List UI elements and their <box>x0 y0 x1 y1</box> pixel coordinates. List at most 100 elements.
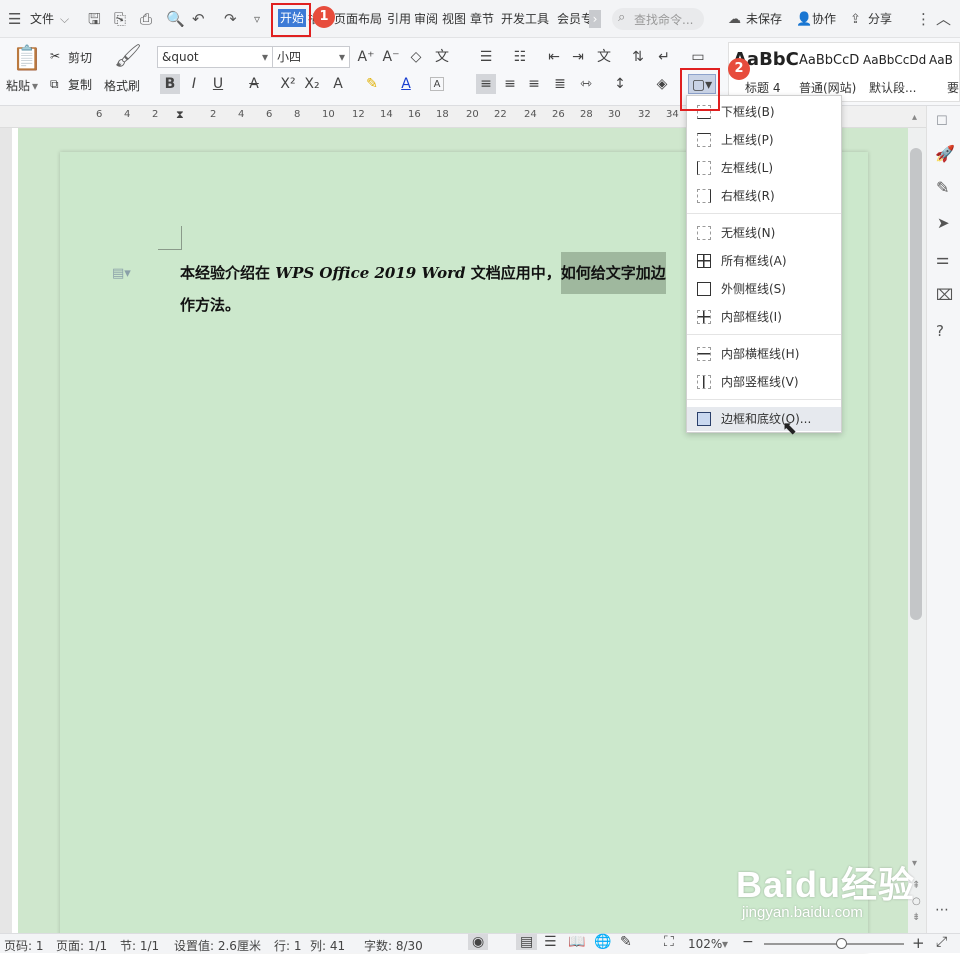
collaborate-button[interactable]: 协作 <box>812 10 836 28</box>
menu-item-border-top[interactable]: 上框线(P) <box>687 128 841 152</box>
more-icon[interactable]: ⋯ <box>935 902 949 918</box>
font-grow-icon[interactable]: A⁺ <box>356 47 376 67</box>
status-wordcount[interactable]: 字数: 8/30 <box>364 937 423 954</box>
fullscreen-icon[interactable]: ⤢ <box>936 934 947 950</box>
print-icon[interactable]: ⎙ <box>140 10 152 28</box>
format-painter-icon[interactable]: 🖌 <box>114 44 142 69</box>
undo-icon[interactable]: ↶ <box>192 10 205 28</box>
search-box[interactable]: ⌕ 查找命令... <box>612 8 704 30</box>
status-column[interactable]: 列: 41 <box>310 937 345 954</box>
clear-format-icon[interactable]: ◇ <box>406 47 426 67</box>
zoom-out-icon[interactable]: − <box>742 934 754 950</box>
menu-item-border-outside[interactable]: 外侧框线(S) <box>687 277 841 301</box>
zoom-in-icon[interactable]: + <box>912 934 925 952</box>
superscript-icon[interactable]: X² <box>278 74 298 94</box>
phonetic-guide-icon[interactable]: 文 <box>432 47 452 67</box>
align-center-icon[interactable]: ≡ <box>500 74 520 94</box>
hamburger-icon[interactable]: ☰ <box>8 10 21 28</box>
justify-icon[interactable]: ≣ <box>550 74 570 94</box>
menu-item-border-inside-vertical[interactable]: 内部竖框线(V) <box>687 370 841 394</box>
zoom-level[interactable]: 102% <box>688 937 722 951</box>
adjust-icon[interactable]: ⚌ <box>936 250 949 268</box>
distribute-icon[interactable]: ⇿ <box>576 74 596 94</box>
pen-icon[interactable]: ✎ <box>936 178 949 197</box>
paste-dropdown-icon[interactable]: ▾ <box>32 78 38 94</box>
export-icon[interactable]: ⎘ <box>114 10 126 28</box>
paste-icon[interactable]: 📋 <box>12 44 42 72</box>
vertical-scrollbar[interactable]: ▴ ▾ ⇞ ○ ⇟ <box>908 112 926 933</box>
unsaved-status[interactable]: 未保存 <box>746 10 782 28</box>
web-view-icon[interactable]: 🌐 <box>594 934 611 950</box>
bold-icon[interactable]: B <box>160 74 180 94</box>
paste-button[interactable]: 粘贴 <box>6 78 30 94</box>
briefcase-icon[interactable]: ⌧ <box>936 286 953 304</box>
status-page-number[interactable]: 页码: 1 <box>4 937 44 954</box>
menu-item-border-inside[interactable]: 内部框线(I) <box>687 305 841 329</box>
status-pages[interactable]: 页面: 1/1 <box>56 937 107 954</box>
tab-member[interactable]: 会员专 <box>557 10 589 28</box>
format-painter-button[interactable]: 格式刷 <box>104 78 140 94</box>
search-input[interactable]: 查找命令... <box>634 11 693 28</box>
print-preview-icon[interactable]: 🔍 <box>166 10 185 28</box>
chinese-layout-icon[interactable]: 文 <box>594 47 614 67</box>
menu-item-border-left[interactable]: 左框线(L) <box>687 156 841 180</box>
cursor-icon[interactable]: ➤ <box>937 214 950 232</box>
numbering-icon[interactable]: ☷ <box>510 47 530 67</box>
menu-item-border-right[interactable]: 右框线(R) <box>687 184 841 208</box>
status-row[interactable]: 行: 1 <box>274 937 302 954</box>
redo-icon[interactable]: ↷ <box>224 10 237 28</box>
scroll-up-icon[interactable]: ▴ <box>912 112 917 123</box>
share-button[interactable]: 分享 <box>868 10 892 28</box>
save-icon[interactable]: 🖫 <box>88 10 101 28</box>
paragraph-handle-icon[interactable]: ▤▾ <box>112 266 131 281</box>
tab-developer[interactable]: 开发工具 <box>501 10 549 28</box>
table-tools-icon[interactable]: ▭ <box>688 47 708 67</box>
cut-button[interactable]: 剪切 <box>68 50 92 66</box>
char-border-icon[interactable]: A <box>430 77 444 91</box>
document-line-1[interactable]: 本经验介绍在 WPS Office 2019 Word 文档应用中，如何给文字加… <box>180 252 666 294</box>
chevron-down-icon[interactable]: ⌵ <box>60 10 69 28</box>
zoom-slider-knob[interactable] <box>836 938 847 949</box>
fit-page-icon[interactable]: ⛶ <box>664 934 674 950</box>
rocket-icon[interactable]: 🚀 <box>935 144 955 163</box>
menu-item-border-all[interactable]: 所有框线(A) <box>687 249 841 273</box>
italic-icon[interactable]: I <box>184 74 204 94</box>
tabs-scroll-right-icon[interactable]: › <box>589 10 601 28</box>
show-marks-icon[interactable]: ↵ <box>654 47 674 67</box>
reading-view-icon[interactable]: 📖 <box>568 934 585 950</box>
align-right-icon[interactable]: ≡ <box>524 74 544 94</box>
increase-indent-icon[interactable]: ⇥ <box>568 47 588 67</box>
subscript-icon[interactable]: X₂ <box>302 74 322 94</box>
status-setting[interactable]: 设置值: 2.6厘米 <box>174 937 261 954</box>
menu-item-border-inside-horizontal[interactable]: 内部横框线(H) <box>687 342 841 366</box>
style-preview-default[interactable]: AaBbCcDd <box>863 53 926 67</box>
style-preview-web[interactable]: AaBbCcD <box>799 53 859 68</box>
vertical-ruler[interactable] <box>0 128 12 933</box>
pin-icon[interactable]: ☐ <box>936 114 948 129</box>
font-color-icon[interactable]: A <box>396 74 416 94</box>
tab-chapter[interactable]: 章节 <box>470 10 494 28</box>
sort-icon[interactable]: ⇅ <box>628 47 648 67</box>
style-preview-4[interactable]: AaB <box>929 53 953 67</box>
quick-access-dropdown-icon[interactable]: ▿ <box>254 10 260 28</box>
strikethrough-icon[interactable]: A <box>244 74 264 94</box>
zoom-dropdown-icon[interactable]: ▾ <box>722 937 728 951</box>
tab-page-layout[interactable]: 页面布局 <box>334 10 382 28</box>
outline-view-icon[interactable]: ☰ <box>544 934 557 950</box>
bullets-icon[interactable]: ☰ <box>476 47 496 67</box>
tab-view[interactable]: 视图 <box>442 10 466 28</box>
tab-review[interactable]: 审阅 <box>414 10 438 28</box>
align-left-icon[interactable]: ≡ <box>476 74 496 94</box>
highlight-icon[interactable]: ✎ <box>362 74 382 94</box>
decrease-indent-icon[interactable]: ⇤ <box>544 47 564 67</box>
shading-icon[interactable]: ◈ <box>652 74 672 94</box>
menu-item-border-none[interactable]: 无框线(N) <box>687 221 841 245</box>
font-size-select[interactable]: 小四 ▾ <box>272 46 350 68</box>
eye-protection-icon[interactable]: ◉ <box>468 934 489 950</box>
underline-icon[interactable]: U <box>208 74 228 94</box>
tab-references[interactable]: 引用 <box>387 10 411 28</box>
line-spacing-icon[interactable]: ↕ <box>610 74 630 94</box>
page-view-icon[interactable]: ▤ <box>516 934 538 950</box>
copy-button[interactable]: 复制 <box>68 77 92 93</box>
font-shrink-icon[interactable]: A⁻ <box>381 47 401 67</box>
